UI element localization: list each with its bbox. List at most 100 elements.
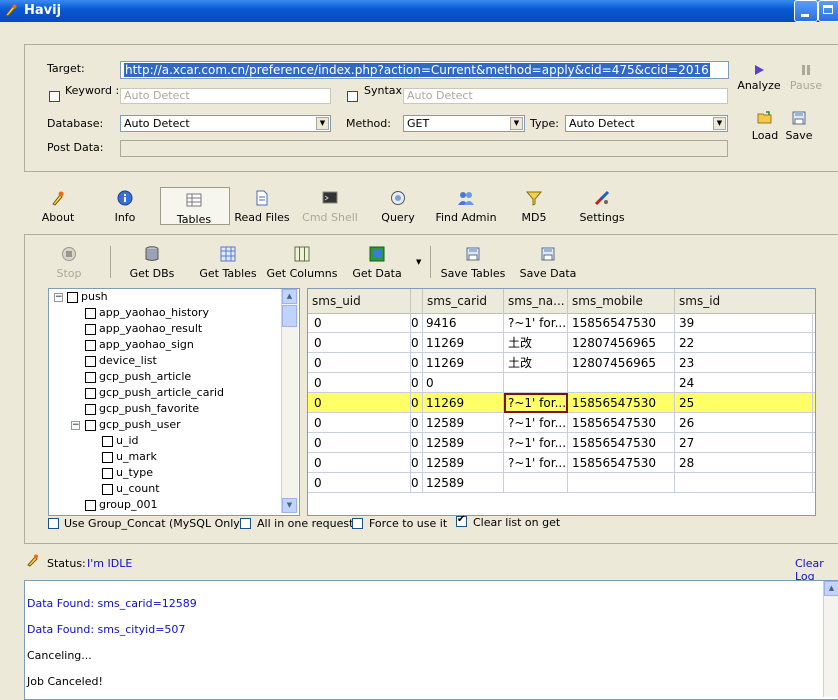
scroll-thumb[interactable] [282,305,297,327]
keyword-input[interactable]: Auto Detect [120,88,331,104]
save-tables-button[interactable]: Save Tables [440,246,506,280]
table-cell[interactable]: 12589 [423,433,504,453]
table-cell[interactable]: 25 [675,393,813,413]
tree-checkbox[interactable] [85,323,96,335]
table-cell[interactable]: ?~1' for... [504,393,568,413]
get-data-dropdown-arrow[interactable]: ▼ [416,258,421,266]
table-cell[interactable]: 0 [308,393,411,413]
table-cell[interactable]: 0 [308,473,411,493]
syntax-checkbox[interactable] [347,91,358,102]
tree-checkbox[interactable] [102,435,113,447]
table-cell[interactable] [568,473,675,493]
table-row[interactable]: 0 0 12589 ?~1' for... 15856547530 27 [308,433,815,453]
tab-about[interactable]: About [38,190,78,224]
table-cell[interactable]: ?~1' for... [504,313,568,333]
all-in-one-checkbox[interactable] [240,518,251,529]
table-cell[interactable]: 0 [411,353,423,373]
table-cell[interactable]: 24 [675,373,813,393]
grid-column-header[interactable]: sms_mobile [568,289,675,313]
maximize-button[interactable] [818,0,838,22]
tree-scrollbar[interactable]: ▲ ▼ [281,289,298,513]
tree-checkbox[interactable] [85,355,96,367]
pause-button[interactable]: Pause [789,64,823,92]
table-cell[interactable]: 12589 [423,413,504,433]
tree-node-table[interactable]: gcp_push_article [85,369,191,385]
tree-node-table[interactable]: app_yaohao_history [85,305,209,321]
tab-tables[interactable]: Tables [172,192,216,226]
table-row[interactable]: 0 0 9416 ?~1' for... 15856547530 39 [308,313,815,333]
grid-column-header[interactable]: sms_carid [423,289,504,313]
table-cell[interactable]: 15856547530 [568,313,675,333]
grid-column-header[interactable]: sms_uid [308,289,411,313]
grid-column-header[interactable]: sms_na... [504,289,568,313]
table-cell[interactable]: 11269 [423,353,504,373]
save-button[interactable]: Save [783,110,815,142]
tree-node-column[interactable]: u_count [102,481,160,497]
clear-list-checkbox[interactable] [456,514,467,527]
collapse-icon[interactable]: − [54,293,63,302]
minimize-button[interactable] [794,0,818,22]
tab-info[interactable]: Info [108,190,142,224]
table-cell[interactable]: 15856547530 [568,413,675,433]
data-grid[interactable]: sms_uid sms_carid sms_na... sms_mobile s… [307,288,816,516]
table-cell[interactable]: 39 [675,313,813,333]
table-cell[interactable]: 9416 [423,313,504,333]
table-cell[interactable]: 27 [675,433,813,453]
tab-query[interactable]: Query [378,190,418,224]
table-cell[interactable]: 12589 [423,453,504,473]
tab-cmd-shell[interactable]: Cmd Shell [301,190,359,224]
table-cell[interactable]: 0 [308,453,411,473]
table-cell[interactable]: 12807456965 [568,333,675,353]
tree-node-table[interactable]: device_list [85,353,157,369]
tree-node-table[interactable]: app_yaohao_sign [85,337,194,353]
table-cell[interactable]: 12589 [423,473,504,493]
tree-checkbox[interactable] [85,499,96,511]
get-data-button[interactable]: Get Data [350,246,404,280]
tree-node-column[interactable]: u_mark [102,449,157,465]
table-cell[interactable] [675,473,813,493]
table-row[interactable]: 0 0 11269 土改 12807456965 22 [308,333,815,353]
table-cell[interactable]: 15856547530 [568,453,675,473]
get-dbs-button[interactable]: Get DBs [127,246,177,280]
tree-checkbox[interactable] [85,339,96,351]
tree-node-table[interactable]: gcp_push_favorite [85,401,199,417]
db-tree-view[interactable]: − push app_yaohao_history app_yaohao_res… [48,288,300,516]
table-cell[interactable]: 0 [308,373,411,393]
tree-node-column[interactable]: u_id [102,433,139,449]
table-cell[interactable] [568,373,675,393]
table-row[interactable]: 0 0 11269 ?~1' for... 15856547530 25 [308,393,815,413]
tab-settings[interactable]: Settings [578,190,626,224]
table-cell[interactable]: 0 [411,413,423,433]
grid-column-header[interactable]: sms_id [675,289,813,313]
table-row[interactable]: 0 0 12589 [308,473,815,493]
table-cell[interactable]: 0 [423,373,504,393]
tree-node-column[interactable]: u_type [102,465,153,481]
tab-find-admin[interactable]: Find Admin [433,190,499,224]
scroll-up-icon[interactable]: ▲ [824,581,838,596]
table-cell[interactable]: 0 [411,333,423,353]
table-cell[interactable]: 土改 [504,333,568,353]
table-cell[interactable]: 12807456965 [568,353,675,373]
group-concat-checkbox[interactable] [48,518,59,529]
log-panel[interactable]: Data Found: sms_carid=12589 Data Found: … [24,580,838,700]
table-row[interactable]: 0 0 11269 土改 12807456965 23 [308,353,815,373]
tree-node-table[interactable]: group_001 [85,497,157,513]
post-data-input[interactable] [120,140,728,157]
tree-checkbox[interactable] [85,307,96,319]
tree-node-table[interactable]: app_yaohao_result [85,321,202,337]
tree-checkbox[interactable] [85,403,96,415]
table-cell[interactable]: 0 [308,313,411,333]
tree-node-table[interactable]: gcp_push_article_carid [85,385,224,401]
tree-node-db[interactable]: push [67,289,108,305]
table-cell[interactable]: 23 [675,353,813,373]
table-cell[interactable]: 0 [308,333,411,353]
grid-column-header[interactable] [411,289,423,313]
table-cell[interactable]: 11269 [423,333,504,353]
tree-node-table[interactable]: gcp_push_user [85,417,181,433]
table-cell[interactable]: 0 [411,373,423,393]
table-cell[interactable]: 11269 [423,393,504,413]
table-cell[interactable]: 22 [675,333,813,353]
tab-read-files[interactable]: Read Files [233,190,291,224]
table-row[interactable]: 0 0 0 24 [308,373,815,393]
analyze-button[interactable]: Analyze [737,64,781,92]
